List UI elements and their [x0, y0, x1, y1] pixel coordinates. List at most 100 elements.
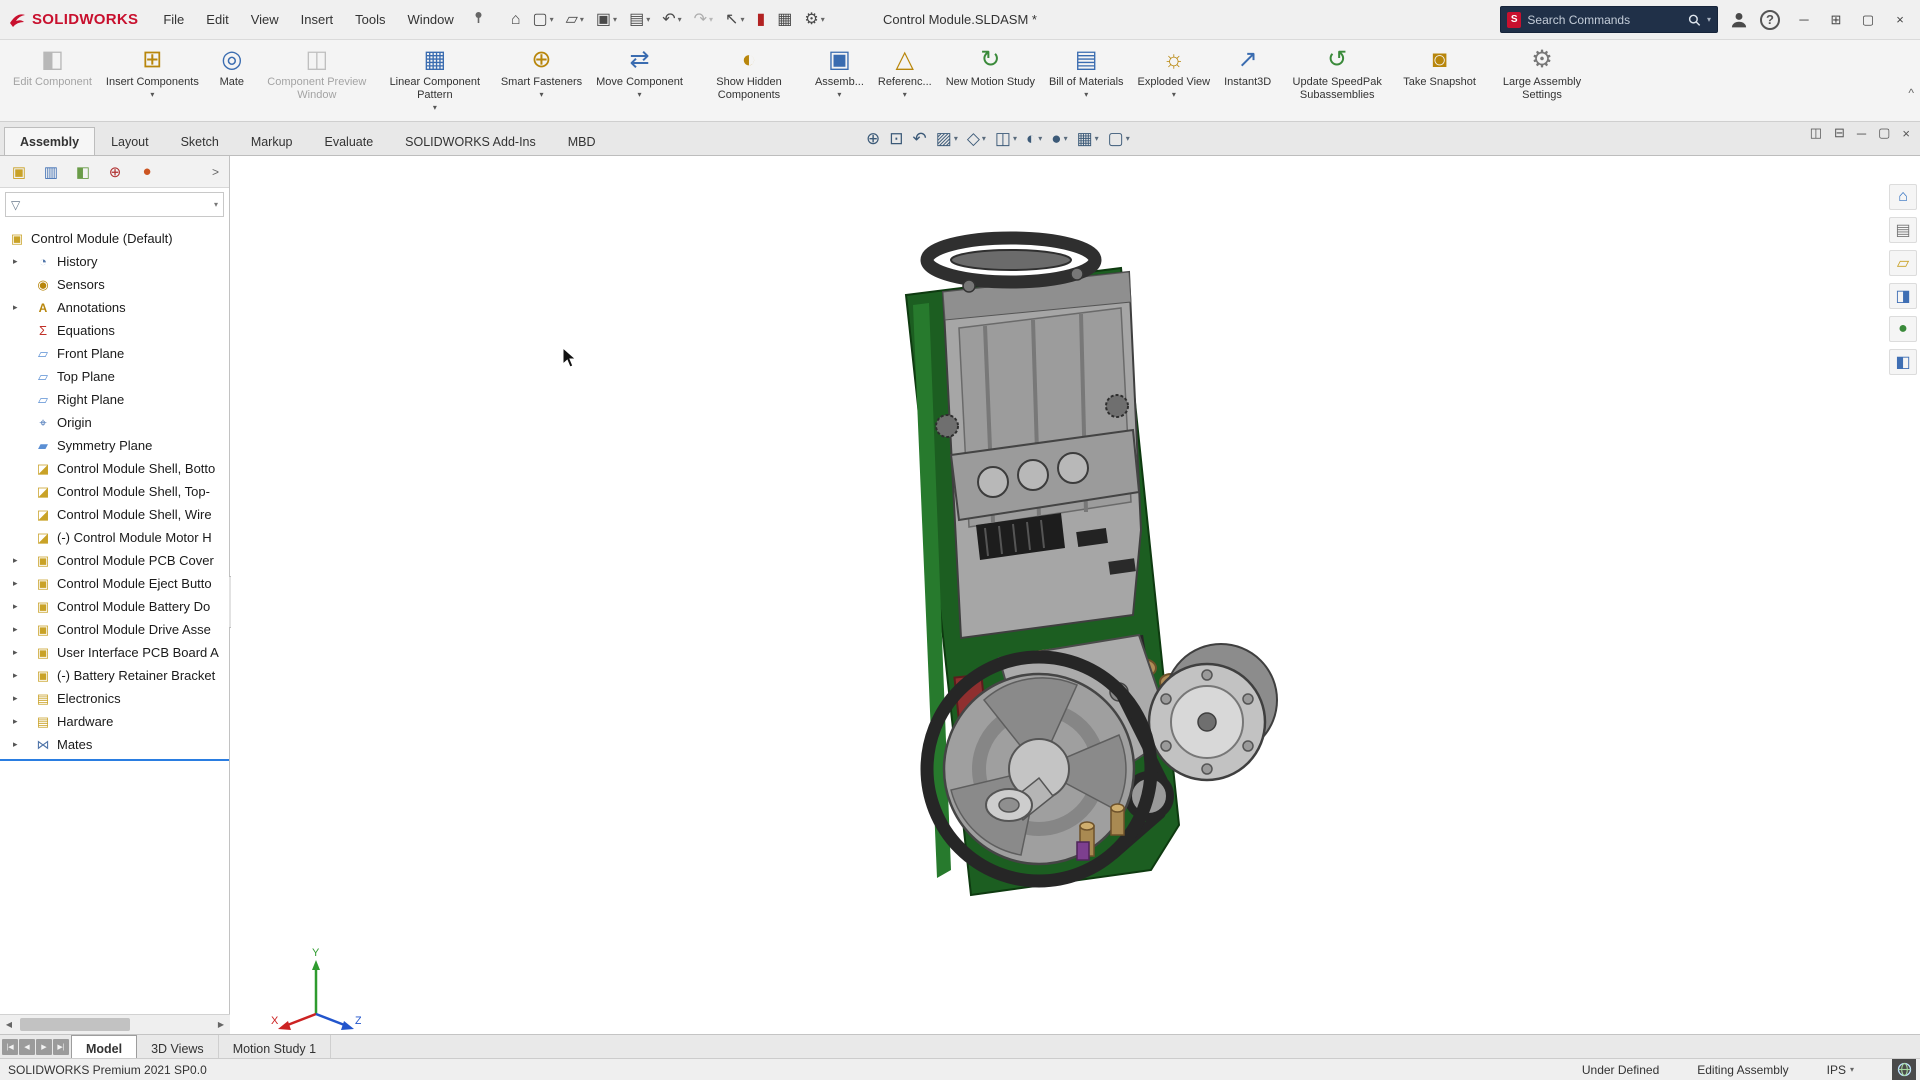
tree-item-origin[interactable]: ⌖ Origin — [0, 411, 229, 434]
mate-button[interactable]: ◎ Mate — [206, 42, 258, 121]
tree-item-ui-pcb-board[interactable]: ▸ ▣ User Interface PCB Board A — [0, 641, 229, 664]
update-speedpak-button[interactable]: ↺ Update SpeedPak Subassemblies — [1278, 42, 1396, 121]
redo-button[interactable]: ↷ ▾ — [689, 9, 718, 31]
edit-appearance-button[interactable]: ● ▾ — [1051, 130, 1067, 147]
tree-item-electronics[interactable]: ▸ ▤ Electronics — [0, 687, 229, 710]
search-commands-box[interactable]: S ▾ — [1500, 6, 1718, 33]
undo-button[interactable]: ↶ ▾ — [657, 9, 686, 31]
menu-insert[interactable]: Insert — [290, 6, 345, 33]
assembly-features-button[interactable]: ▣ Assemb... ▾ — [808, 42, 871, 121]
new-document-button[interactable]: ▢ ▾ — [527, 9, 558, 31]
expand-arrow-icon[interactable]: ▸ — [13, 256, 18, 267]
print-button[interactable]: ▤ ▾ — [624, 9, 655, 31]
tree-item-history[interactable]: ▸ ◔ History — [0, 250, 229, 273]
tree-item-mates[interactable]: ▸ ⋈ Mates — [0, 733, 229, 756]
configurationmanager-tab[interactable]: ◧ — [68, 159, 98, 185]
select-button[interactable]: ↖ ▾ — [720, 9, 749, 31]
expand-arrow-icon[interactable]: ▸ — [13, 693, 18, 704]
evaluate-sheet-button[interactable]: ▦ — [772, 9, 797, 31]
account-button[interactable] — [1728, 9, 1750, 31]
menu-file[interactable]: File — [152, 6, 195, 33]
chevron-down-icon[interactable]: ▾ — [1707, 15, 1711, 24]
tree-item-battery-door[interactable]: ▸ ▣ Control Module Battery Do — [0, 595, 229, 618]
tree-item-hardware[interactable]: ▸ ▤ Hardware — [0, 710, 229, 733]
expand-arrow-icon[interactable]: ▸ — [13, 647, 18, 658]
minimize-button[interactable]: ─ — [1790, 8, 1818, 32]
panel-horizontal-scrollbar[interactable]: ◀ ▶ — [0, 1014, 230, 1034]
bill-of-materials-button[interactable]: ▤ Bill of Materials ▾ — [1042, 42, 1131, 121]
expand-arrow-icon[interactable]: ▸ — [13, 302, 18, 313]
view-palette-tab[interactable]: ◨ — [1889, 283, 1917, 309]
custom-properties-tab[interactable]: ◧ — [1889, 349, 1917, 375]
filter-box[interactable]: ▽ ▾ — [5, 192, 224, 217]
tree-item-symmetry-plane[interactable]: ▰ Symmetry Plane — [0, 434, 229, 457]
pin-menu-icon[interactable] — [473, 11, 484, 29]
display-style-button[interactable]: ◫ ▾ — [995, 130, 1017, 147]
tab-layout[interactable]: Layout — [95, 127, 165, 155]
help-button[interactable]: ? — [1760, 9, 1780, 30]
home-button[interactable]: ⌂ — [506, 9, 526, 31]
scroll-left-icon[interactable]: ◀ — [0, 1020, 18, 1029]
options-button[interactable]: ⚙ ▾ — [799, 9, 829, 31]
tree-item-shell-bottom[interactable]: ◪ Control Module Shell, Botto — [0, 457, 229, 480]
graphics-viewport[interactable]: ⌂ ▤ ▱ ◨ ● ◧ Y X Z — [231, 156, 1920, 1034]
open-button[interactable]: ▱ ▾ — [561, 9, 589, 31]
expand-arrow-icon[interactable]: ▸ — [13, 624, 18, 635]
edit-component-button[interactable]: ◧ Edit Component — [6, 42, 99, 121]
close-button[interactable]: × — [1886, 8, 1914, 32]
touch-mode-button[interactable]: ▮ — [751, 9, 770, 31]
file-explorer-tab[interactable]: ▱ — [1889, 250, 1917, 276]
connection-globe-button[interactable] — [1892, 1059, 1916, 1080]
tree-item-pcb-cover[interactable]: ▸ ▣ Control Module PCB Cover — [0, 549, 229, 572]
tree-item-annotations[interactable]: ▸ A Annotations — [0, 296, 229, 319]
large-assembly-settings-button[interactable]: ⚙ Large Assembly Settings — [1483, 42, 1601, 121]
tree-item-drive-assembly[interactable]: ▸ ▣ Control Module Drive Asse — [0, 618, 229, 641]
new-motion-study-button[interactable]: ↻ New Motion Study — [939, 42, 1042, 121]
component-preview-window-button[interactable]: ◫ Component Preview Window — [258, 42, 376, 121]
doc-minimize-button[interactable]: ─ — [1857, 126, 1866, 141]
expand-arrow-icon[interactable]: ▸ — [13, 601, 18, 612]
linear-component-pattern-button[interactable]: ▦ Linear Component Pattern ▾ — [376, 42, 494, 121]
expand-arrow-icon[interactable]: ▸ — [13, 555, 18, 566]
model-3d-view[interactable] — [881, 230, 1301, 920]
tab-3d-views[interactable]: 3D Views — [137, 1035, 219, 1058]
search-input[interactable] — [1527, 12, 1683, 27]
featuremanager-tab[interactable]: ▣ — [4, 159, 34, 185]
insert-components-button[interactable]: ⊞ Insert Components ▾ — [99, 42, 206, 121]
section-view-button[interactable]: ▨ ▾ — [936, 130, 958, 147]
tab-motion-study-1[interactable]: Motion Study 1 — [219, 1035, 332, 1058]
show-hidden-components-button[interactable]: ◐ Show Hidden Components — [690, 42, 808, 121]
previous-frame-button[interactable]: ◀ — [19, 1038, 35, 1055]
tree-item-sensors[interactable]: ◉ Sensors — [0, 273, 229, 296]
expand-arrow-icon[interactable]: ▸ — [13, 670, 18, 681]
scroll-right-icon[interactable]: ▶ — [212, 1020, 230, 1029]
first-frame-button[interactable]: |◀ — [2, 1038, 18, 1055]
zoom-to-area-button[interactable]: ⊡ — [889, 130, 903, 147]
tree-item-front-plane[interactable]: ▱ Front Plane — [0, 342, 229, 365]
solidworks-resources-tab[interactable]: ⌂ — [1889, 184, 1917, 210]
dimxpertmanager-tab[interactable]: ⊕ — [100, 159, 130, 185]
take-snapshot-button[interactable]: ◙ Take Snapshot — [1396, 42, 1483, 121]
exploded-view-button[interactable]: ☼ Exploded View ▾ — [1131, 42, 1218, 121]
design-library-tab[interactable]: ▤ — [1889, 217, 1917, 243]
tree-item-battery-retainer[interactable]: ▸ ▣ (-) Battery Retainer Bracket — [0, 664, 229, 687]
expand-arrow-icon[interactable]: ▸ — [13, 716, 18, 727]
menu-window[interactable]: Window — [397, 6, 465, 33]
save-button[interactable]: ▣ ▾ — [591, 9, 622, 31]
window-layout-button[interactable]: ⊞ — [1822, 8, 1850, 32]
tree-item-top-plane[interactable]: ▱ Top Plane — [0, 365, 229, 388]
last-frame-button[interactable]: ▶| — [53, 1038, 69, 1055]
scrollbar-thumb[interactable] — [20, 1018, 130, 1031]
view-settings-button[interactable]: ▢ ▾ — [1108, 130, 1130, 147]
ribbon-collapse-icon[interactable]: ^ — [1908, 86, 1914, 100]
tree-item-eject-button[interactable]: ▸ ▣ Control Module Eject Butto — [0, 572, 229, 595]
reference-geometry-button[interactable]: △ Referenc... ▾ — [871, 42, 939, 121]
tab-evaluate[interactable]: Evaluate — [309, 127, 390, 155]
units-selector[interactable]: IPS ▾ — [1827, 1063, 1854, 1077]
tab-assembly[interactable]: Assembly — [4, 127, 96, 155]
panel-expand-chevron-icon[interactable]: > — [206, 165, 225, 179]
tree-root-control-module[interactable]: ▣ Control Module (Default) — [0, 227, 229, 250]
expand-arrow-icon[interactable]: ▸ — [13, 578, 18, 589]
appearances-scenes-tab[interactable]: ● — [1889, 316, 1917, 342]
instant3d-button[interactable]: ↗ Instant3D — [1217, 42, 1278, 121]
